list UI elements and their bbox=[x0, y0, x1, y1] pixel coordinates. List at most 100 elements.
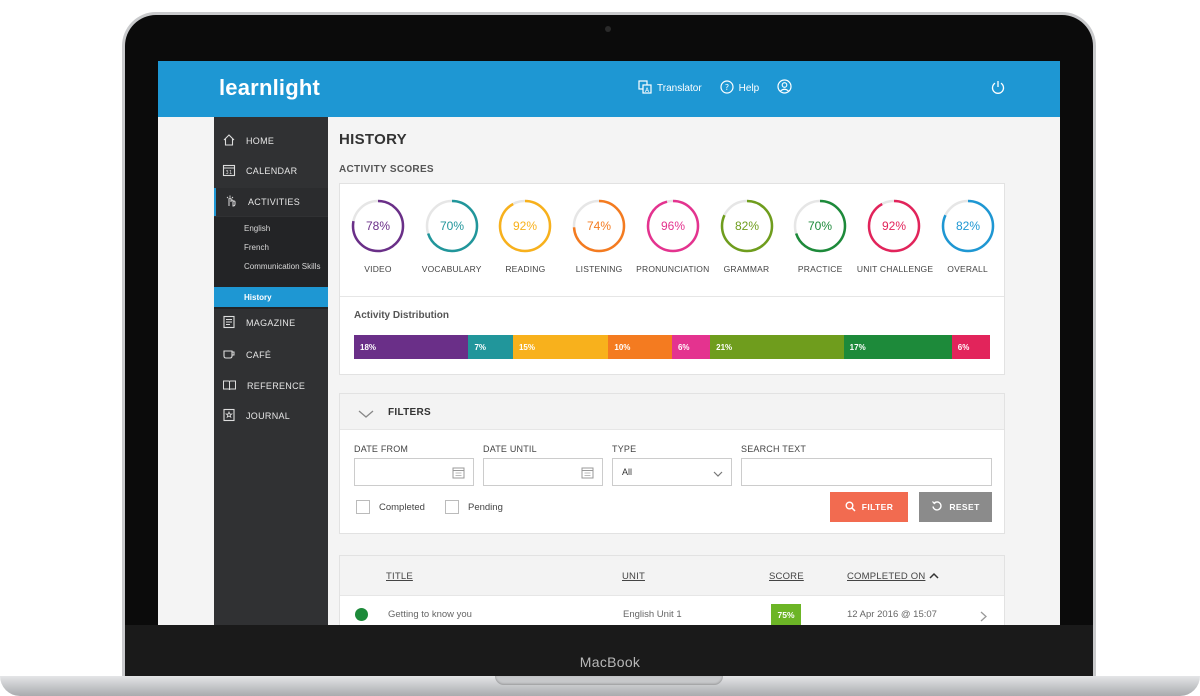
filters-title: FILTERS bbox=[388, 407, 432, 418]
calendar-icon[interactable] bbox=[452, 466, 465, 481]
chevron-up-icon bbox=[929, 571, 939, 582]
score-ring-graphic: 74% bbox=[572, 199, 626, 253]
score-ring-value: 82% bbox=[734, 219, 758, 233]
translate-icon: A bbox=[638, 79, 652, 97]
score-ring-graphic: 96% bbox=[646, 199, 700, 253]
sidebar-item-cafe[interactable]: CAFÉ bbox=[214, 341, 328, 369]
sidebar-item-activities[interactable]: ACTIVITIES bbox=[214, 188, 328, 216]
distribution-segment: 21% bbox=[710, 335, 844, 359]
pending-checkbox[interactable]: Pending bbox=[445, 500, 503, 514]
subnav-item-french[interactable]: French bbox=[214, 243, 328, 252]
date-until-input[interactable] bbox=[483, 458, 603, 486]
chevron-down-icon bbox=[713, 470, 723, 480]
translator-label: Translator bbox=[657, 82, 702, 94]
column-header-completed-on[interactable]: COMPLETED ON bbox=[847, 571, 939, 582]
search-text-input[interactable] bbox=[741, 458, 992, 486]
score-ring-graphic: 92% bbox=[499, 199, 552, 253]
laptop-base-notch bbox=[495, 676, 723, 685]
score-ring-label: VIDEO bbox=[364, 264, 392, 274]
score-ring-graphic: 82% bbox=[720, 199, 773, 253]
sidebar-item-label: REFERENCE bbox=[247, 381, 306, 391]
sidebar-item-label: MAGAZINE bbox=[246, 318, 296, 328]
card-divider bbox=[340, 296, 1004, 297]
subnav-item-history[interactable]: History bbox=[214, 287, 328, 307]
score-ring-vocabulary: 70% VOCABULARY bbox=[415, 198, 489, 274]
date-from-input[interactable] bbox=[354, 458, 474, 486]
top-actions: A Translator ? Help bbox=[638, 79, 792, 97]
score-ring-pronunciation: 96% PRONUNCIATION bbox=[636, 198, 710, 274]
reset-icon bbox=[931, 500, 943, 514]
filters-header[interactable]: FILTERS bbox=[340, 394, 1004, 430]
sidebar-item-label: ACTIVITIES bbox=[248, 197, 301, 207]
column-header-title[interactable]: TITLE bbox=[386, 571, 413, 582]
sidebar-item-label: HOME bbox=[246, 136, 275, 146]
score-ring-graphic: 82% bbox=[941, 199, 994, 253]
score-ring-graphic: 70% bbox=[425, 199, 478, 253]
svg-text:?: ? bbox=[725, 83, 729, 92]
type-select[interactable]: All bbox=[612, 458, 732, 486]
row-completed-on: 12 Apr 2016 @ 15:07 bbox=[847, 609, 937, 620]
completed-checkbox[interactable]: Completed bbox=[356, 500, 425, 514]
score-ring-reading: 92% READING bbox=[488, 198, 562, 274]
journal-icon bbox=[222, 408, 236, 424]
score-ring-video: 78% VIDEO bbox=[341, 198, 415, 274]
home-icon bbox=[222, 133, 236, 149]
logout-power-icon[interactable] bbox=[990, 79, 1006, 100]
calendar-icon-day: 31 bbox=[226, 170, 233, 176]
filter-button[interactable]: FILTER bbox=[830, 492, 908, 522]
activity-distribution-title: Activity Distribution bbox=[354, 310, 450, 321]
score-ring-value: 70% bbox=[808, 219, 832, 233]
sidebar-item-home[interactable]: HOME bbox=[214, 127, 328, 155]
score-ring-value: 96% bbox=[661, 219, 685, 233]
sidebar-item-journal[interactable]: JOURNAL bbox=[214, 402, 328, 430]
score-ring-graphic: 78% bbox=[351, 199, 405, 253]
score-ring-value: 82% bbox=[956, 219, 980, 233]
date-until-label: DATE UNTIL bbox=[483, 444, 537, 454]
help-button[interactable]: ? Help bbox=[720, 79, 759, 97]
calendar-icon[interactable] bbox=[581, 466, 594, 481]
score-ring-practice: 70% PRACTICE bbox=[783, 198, 857, 274]
app-logo[interactable]: learnlight bbox=[219, 75, 320, 101]
checkbox-box[interactable] bbox=[356, 500, 370, 514]
score-ring-graphic: 70% bbox=[793, 199, 847, 253]
pointer-icon bbox=[224, 194, 238, 210]
column-header-unit[interactable]: UNIT bbox=[622, 571, 645, 582]
distribution-segment: 7% bbox=[468, 335, 513, 359]
sidebar-item-calendar[interactable]: 31 CALENDAR bbox=[214, 157, 328, 185]
subnav-item-communication-skills[interactable]: Communication Skills bbox=[214, 262, 328, 271]
distribution-segment: 15% bbox=[512, 335, 609, 359]
column-header-completed-label: COMPLETED ON bbox=[847, 571, 926, 582]
search-text-label: SEARCH TEXT bbox=[741, 444, 807, 454]
reset-button-label: RESET bbox=[949, 502, 980, 512]
calendar-icon: 31 bbox=[222, 163, 236, 179]
column-header-score[interactable]: SCORE bbox=[769, 571, 804, 582]
score-ring-label: OVERALL bbox=[947, 264, 988, 274]
subnav-item-english[interactable]: English bbox=[214, 224, 328, 233]
chevron-down-icon[interactable] bbox=[358, 406, 374, 424]
chevron-right-icon[interactable] bbox=[980, 609, 987, 625]
filter-button-label: FILTER bbox=[861, 502, 894, 512]
reset-button[interactable]: RESET bbox=[919, 492, 992, 522]
row-unit: English Unit 1 bbox=[623, 609, 682, 620]
translator-button[interactable]: A Translator bbox=[638, 79, 702, 97]
checkbox-box[interactable] bbox=[445, 500, 459, 514]
sidebar-item-reference[interactable]: REFERENCE bbox=[214, 372, 328, 400]
profile-button[interactable] bbox=[777, 79, 792, 97]
score-ring-label: READING bbox=[505, 264, 546, 274]
distribution-segment: 6% bbox=[951, 335, 990, 359]
search-icon bbox=[845, 501, 856, 514]
score-ring-label: VOCABULARY bbox=[421, 264, 482, 274]
sidebar-item-magazine[interactable]: MAGAZINE bbox=[214, 309, 328, 337]
filters-panel: FILTERS DATE FROM DATE UNTIL TYPE All SE… bbox=[339, 393, 1005, 534]
score-ring-graphic: 92% bbox=[867, 199, 921, 253]
completed-checkbox-label: Completed bbox=[379, 501, 425, 513]
distribution-segment: 10% bbox=[608, 335, 672, 359]
magazine-icon bbox=[222, 315, 236, 331]
activity-scores-card: 78% VIDEO 70% VOCABULARY 92% READING 74% LISTEN… bbox=[339, 183, 1005, 375]
camera-dot bbox=[605, 26, 611, 32]
completed-status-dot bbox=[355, 608, 368, 621]
score-ring-unit-challenge: 92% UNIT CHALLENGE bbox=[857, 198, 933, 274]
score-ring-grammar: 82% GRAMMAR bbox=[710, 198, 784, 274]
sidebar-item-label: JOURNAL bbox=[246, 411, 291, 421]
score-ring-value: 74% bbox=[587, 219, 611, 233]
